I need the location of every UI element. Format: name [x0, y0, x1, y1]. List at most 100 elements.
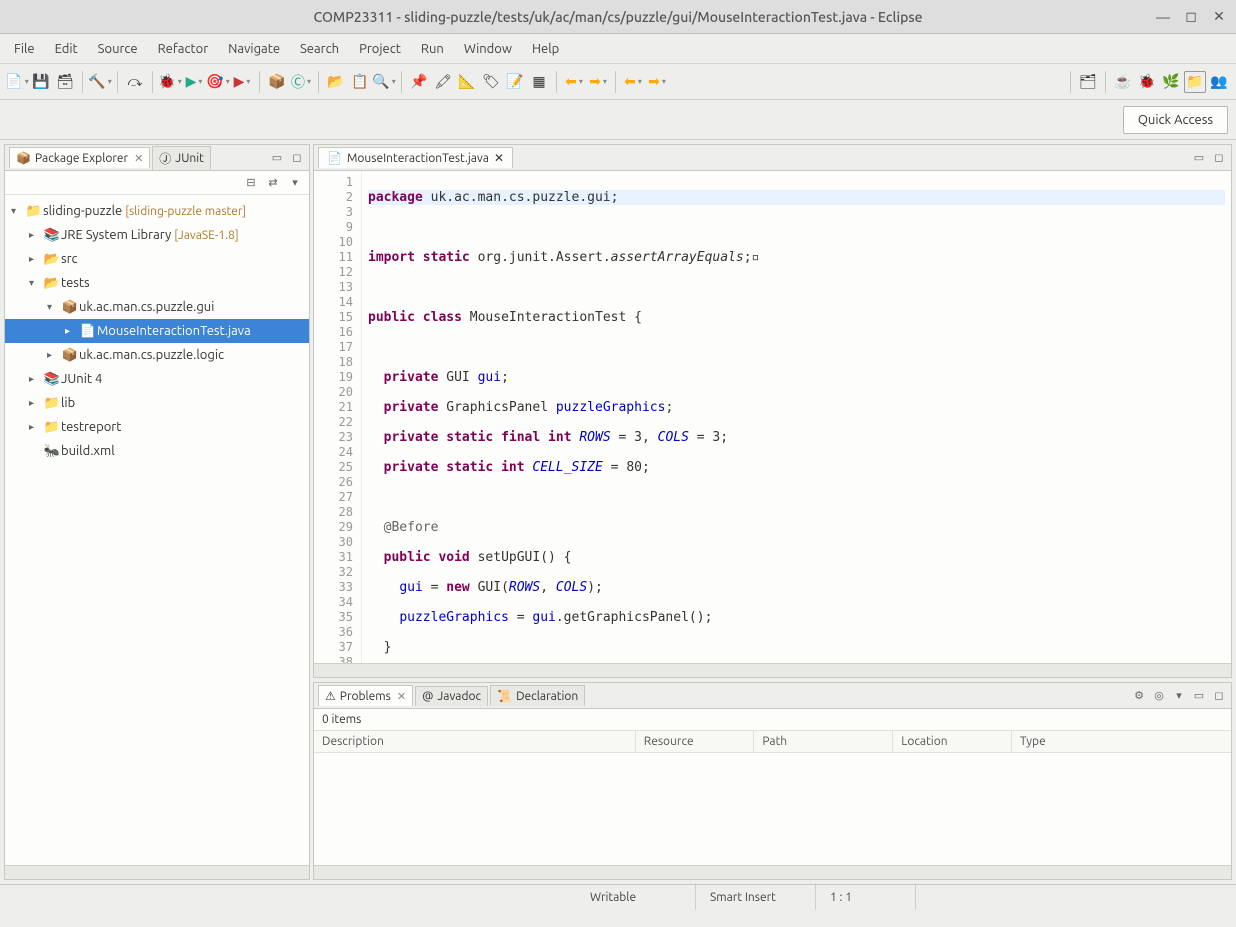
quick-access-button[interactable]: Quick Access — [1123, 106, 1228, 134]
expand-icon[interactable]: ▸ — [47, 349, 61, 361]
menu-search[interactable]: Search — [290, 38, 349, 60]
open-task-icon[interactable]: 📋 — [349, 71, 371, 93]
maximize-view-icon[interactable]: ◻ — [1211, 688, 1227, 704]
java-perspective-icon[interactable]: ☕ — [1112, 71, 1134, 93]
expand-icon[interactable]: ▸ — [29, 421, 43, 433]
col-path[interactable]: Path — [754, 731, 893, 752]
minimize-button[interactable]: — — [1154, 8, 1172, 26]
tree-node-tests[interactable]: ▾ 📂 tests — [5, 271, 309, 295]
editor-tab[interactable]: 📄 MouseInteractionTest.java ✕ — [318, 147, 513, 168]
link-editor-icon[interactable]: ⇄ — [265, 175, 281, 191]
filter-icon[interactable]: ⚙ — [1131, 688, 1147, 704]
col-location[interactable]: Location — [893, 731, 1012, 752]
debug-icon[interactable]: 🐞 — [159, 71, 181, 93]
expand-icon[interactable]: ▸ — [29, 229, 43, 241]
build-icon[interactable]: 🔨 — [89, 71, 111, 93]
tree-node-package-logic[interactable]: ▸ 📦 uk.ac.man.cs.puzzle.logic — [5, 343, 309, 367]
back-icon[interactable]: ⬅ — [622, 71, 644, 93]
close-icon[interactable]: ✕ — [397, 690, 406, 703]
mark-icon[interactable]: 🏷 — [480, 71, 502, 93]
highlight-icon[interactable]: 🖍 — [432, 71, 454, 93]
tree-node-src[interactable]: ▸ 📂 src — [5, 247, 309, 271]
expand-icon[interactable]: ▸ — [29, 373, 43, 385]
save-icon[interactable]: 💾 — [30, 71, 52, 93]
run-icon[interactable]: ▶ — [183, 71, 205, 93]
open-type-icon[interactable]: 📂 — [325, 71, 347, 93]
debug-perspective-icon[interactable]: 🐞 — [1136, 71, 1158, 93]
grid-icon[interactable]: ▦ — [528, 71, 550, 93]
collapse-icon[interactable]: ▾ — [47, 301, 61, 313]
close-icon[interactable]: ✕ — [494, 151, 504, 165]
previous-annotation-icon[interactable]: ⬅ — [563, 71, 585, 93]
tree-node-project[interactable]: ▾ 📁 sliding-puzzle [sliding-puzzle maste… — [5, 199, 309, 223]
maximize-button[interactable]: ◻ — [1182, 8, 1200, 26]
tab-package-explorer[interactable]: 📦 Package Explorer ✕ — [9, 147, 150, 168]
expand-icon[interactable]: ▸ — [29, 253, 43, 265]
skip-breakpoints-icon[interactable]: ⤼ — [124, 71, 146, 93]
maximize-view-icon[interactable]: ◻ — [1211, 150, 1227, 166]
menu-window[interactable]: Window — [454, 38, 522, 60]
format-icon[interactable]: 📐 — [456, 71, 478, 93]
horizontal-scrollbar[interactable] — [314, 865, 1231, 879]
tree-node-package-gui[interactable]: ▾ 📦 uk.ac.man.cs.puzzle.gui — [5, 295, 309, 319]
minimize-view-icon[interactable]: ▭ — [269, 150, 285, 166]
tab-problems[interactable]: ⚠ Problems ✕ — [318, 685, 413, 706]
new-icon[interactable]: 📄 — [6, 71, 28, 93]
tree-node-junit4[interactable]: ▸ 📚 JUnit 4 — [5, 367, 309, 391]
node-label: uk.ac.man.cs.puzzle.logic — [79, 348, 224, 362]
save-all-icon[interactable]: 🗃 — [54, 71, 76, 93]
collapse-icon[interactable]: ▾ — [29, 277, 43, 289]
minimize-view-icon[interactable]: ▭ — [1191, 150, 1207, 166]
search-icon[interactable]: 🔍 — [373, 71, 395, 93]
tree-node-file-selected[interactable]: ▸ 📄 MouseInteractionTest.java — [5, 319, 309, 343]
tab-javadoc[interactable]: @ Javadoc — [415, 686, 488, 706]
code-content[interactable]: package uk.ac.man.cs.puzzle.gui; import … — [362, 171, 1231, 663]
close-button[interactable]: ✕ — [1210, 8, 1228, 26]
annotate-icon[interactable]: 📌 — [408, 71, 430, 93]
menu-project[interactable]: Project — [349, 38, 411, 60]
git-perspective-icon[interactable]: 🌿 — [1160, 71, 1182, 93]
menu-run[interactable]: Run — [411, 38, 454, 60]
view-menu-icon[interactable]: ▾ — [287, 175, 303, 191]
expand-icon[interactable]: ▸ — [29, 397, 43, 409]
new-class-icon[interactable]: Ⓒ — [290, 71, 312, 93]
menu-refactor[interactable]: Refactor — [148, 38, 219, 60]
menu-help[interactable]: Help — [522, 38, 569, 60]
minimize-view-icon[interactable]: ▭ — [1191, 688, 1207, 704]
run-last-icon[interactable]: ▶ — [231, 71, 253, 93]
maximize-view-icon[interactable]: ◻ — [289, 150, 305, 166]
package-tree[interactable]: ▾ 📁 sliding-puzzle [sliding-puzzle maste… — [5, 195, 309, 865]
horizontal-scrollbar[interactable] — [5, 865, 309, 879]
coverage-icon[interactable]: 🎯 — [207, 71, 229, 93]
perspective-icon[interactable]: 🗂 — [1077, 71, 1099, 93]
col-resource[interactable]: Resource — [636, 731, 755, 752]
task-icon[interactable]: 📝 — [504, 71, 526, 93]
forward-icon[interactable]: ➡ — [646, 71, 668, 93]
menu-edit[interactable]: Edit — [45, 38, 88, 60]
view-menu-icon[interactable]: ▾ — [1171, 688, 1187, 704]
new-package-icon[interactable]: 📦 — [266, 71, 288, 93]
col-type[interactable]: Type — [1012, 731, 1231, 752]
menu-navigate[interactable]: Navigate — [218, 38, 290, 60]
tree-node-testreport[interactable]: ▸ 📁 testreport — [5, 415, 309, 439]
col-description[interactable]: Description — [314, 731, 636, 752]
close-icon[interactable]: ✕ — [134, 152, 143, 165]
tree-node-lib[interactable]: ▸ 📁 lib — [5, 391, 309, 415]
resource-perspective-icon[interactable]: 📁 — [1184, 71, 1206, 93]
collapse-icon[interactable]: ▾ — [11, 205, 25, 217]
tree-node-buildxml[interactable]: 🐜 build.xml — [5, 439, 309, 463]
tree-node-jre[interactable]: ▸ 📚 JRE System Library [JavaSE-1.8] — [5, 223, 309, 247]
focus-icon[interactable]: ◎ — [1151, 688, 1167, 704]
team-perspective-icon[interactable]: 👥 — [1208, 71, 1230, 93]
collapse-all-icon[interactable]: ⊟ — [243, 175, 259, 191]
tab-junit[interactable]: Ⓙ JUnit — [152, 146, 211, 170]
tab-declaration[interactable]: 📜 Declaration — [490, 685, 585, 706]
code-editor[interactable]: 1 2 3 9 10 11 12 13 14 15 16 17 18 19 20… — [314, 171, 1231, 663]
horizontal-scrollbar[interactable] — [314, 663, 1231, 677]
menu-source[interactable]: Source — [88, 38, 148, 60]
problems-table-body[interactable] — [314, 753, 1231, 865]
expand-icon[interactable]: ▸ — [65, 325, 79, 337]
menu-file[interactable]: File — [4, 38, 45, 60]
next-annotation-icon[interactable]: ➡ — [587, 71, 609, 93]
separator — [1105, 71, 1106, 93]
